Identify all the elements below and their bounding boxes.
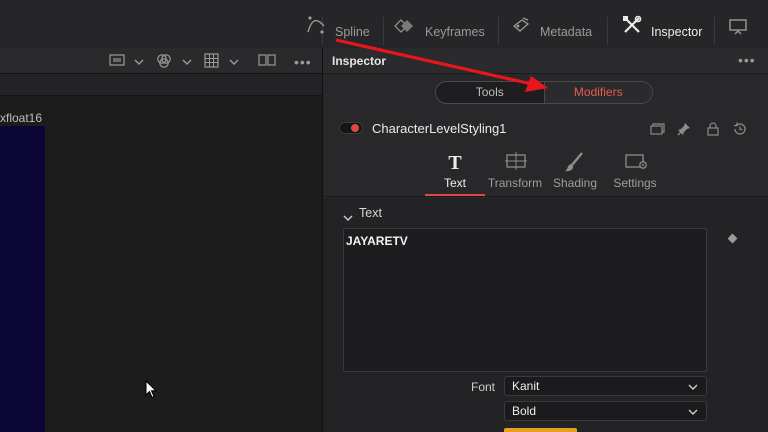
tab-transform[interactable]: Transform	[485, 148, 545, 196]
chevron-down-icon[interactable]	[229, 55, 239, 69]
tabs-divider	[323, 196, 768, 197]
split-view-icon[interactable]	[258, 53, 276, 70]
inspector-panel: Inspector ••• Tools Modifiers CharacterL…	[323, 48, 768, 432]
tool-name: CharacterLevelStyling1	[372, 121, 507, 136]
tools-tab-button[interactable]: Tools	[436, 82, 545, 103]
toolbar-divider	[498, 17, 499, 45]
shading-icon	[565, 152, 583, 172]
keyframes-button[interactable]: Keyframes	[393, 14, 485, 48]
spline-label: Spline	[335, 25, 370, 39]
viewer-canvas[interactable]	[0, 97, 322, 432]
chevron-down-icon[interactable]	[343, 211, 353, 225]
tab-label: Transform	[487, 176, 543, 190]
modifiers-tab-button[interactable]: Modifiers	[544, 82, 652, 103]
monitor-icon	[728, 14, 748, 36]
tab-label: Text	[443, 176, 466, 190]
tab-text[interactable]: T Text	[425, 148, 485, 196]
tab-label: Shading	[552, 176, 598, 190]
metadata-label: Metadata	[540, 25, 593, 39]
spline-icon	[305, 14, 327, 36]
keyframes-label: Keyframes	[425, 25, 485, 39]
chevron-down-icon	[688, 409, 698, 415]
reset-icon[interactable]	[732, 122, 748, 139]
chevron-down-icon[interactable]	[134, 55, 144, 69]
tool-enable-toggle[interactable]	[339, 122, 363, 134]
pin-icon[interactable]	[677, 122, 691, 139]
font-label: Font	[471, 380, 496, 394]
svg-text:T: T	[448, 152, 462, 173]
inspector-tabs: T Text Transform Shading Settings	[323, 148, 768, 196]
mouse-cursor-icon	[145, 379, 158, 403]
chevron-down-icon	[688, 384, 698, 390]
tab-label: Settings	[613, 176, 657, 190]
tool-header-row: CharacterLevelStyling1	[323, 115, 768, 143]
section-title[interactable]: Text	[359, 206, 382, 220]
keyframes-icon	[393, 14, 417, 36]
spline-button[interactable]: Spline	[305, 14, 370, 48]
grid-icon[interactable]	[204, 53, 219, 71]
transform-icon	[505, 152, 527, 170]
inspector-title: Inspector	[332, 54, 387, 68]
inspector-button[interactable]: Inspector	[621, 14, 702, 48]
font-family-dropdown[interactable]: Kanit	[504, 376, 707, 396]
more-options-icon[interactable]: •••	[294, 54, 312, 70]
settings-icon	[625, 154, 647, 169]
color-swatch[interactable]	[504, 428, 577, 432]
chevron-down-icon[interactable]	[182, 55, 192, 69]
metadata-icon	[510, 14, 532, 36]
metadata-button[interactable]: Metadata	[510, 14, 592, 48]
toolbar-divider	[714, 17, 715, 45]
tab-settings[interactable]: Settings	[605, 148, 665, 196]
lock-icon[interactable]	[706, 122, 720, 139]
viewer-image-format: xfloat16	[0, 111, 43, 125]
versions-icon[interactable]	[649, 122, 665, 139]
viewer-subbar	[0, 74, 322, 96]
text-section: Text JAYARETV Font Kanit Bold	[323, 198, 768, 432]
tab-shading[interactable]: Shading	[545, 148, 605, 196]
keyframe-diamond-icon[interactable]	[727, 233, 738, 244]
toolbar-divider	[607, 17, 608, 45]
viewer-display-icon[interactable]	[109, 53, 125, 70]
styled-text-input[interactable]: JAYARETV	[343, 228, 707, 372]
inspector-header: Inspector •••	[323, 48, 768, 74]
fullscreen-button[interactable]	[728, 14, 748, 48]
text-icon: T	[448, 152, 462, 173]
inspector-label: Inspector	[651, 25, 703, 39]
color-channels-icon[interactable]	[155, 53, 173, 72]
toolbar-divider	[383, 17, 384, 45]
tools-modifiers-switch: Tools Modifiers	[435, 81, 653, 104]
font-family-value: Kanit	[512, 379, 540, 393]
inspector-tools-icon	[621, 14, 643, 36]
top-toolbar: Spline Keyframes Metadata Inspector	[0, 0, 768, 48]
more-options-icon[interactable]: •••	[738, 52, 756, 68]
viewer-image	[0, 126, 45, 432]
font-style-dropdown[interactable]: Bold	[504, 401, 707, 421]
font-style-value: Bold	[512, 404, 537, 418]
